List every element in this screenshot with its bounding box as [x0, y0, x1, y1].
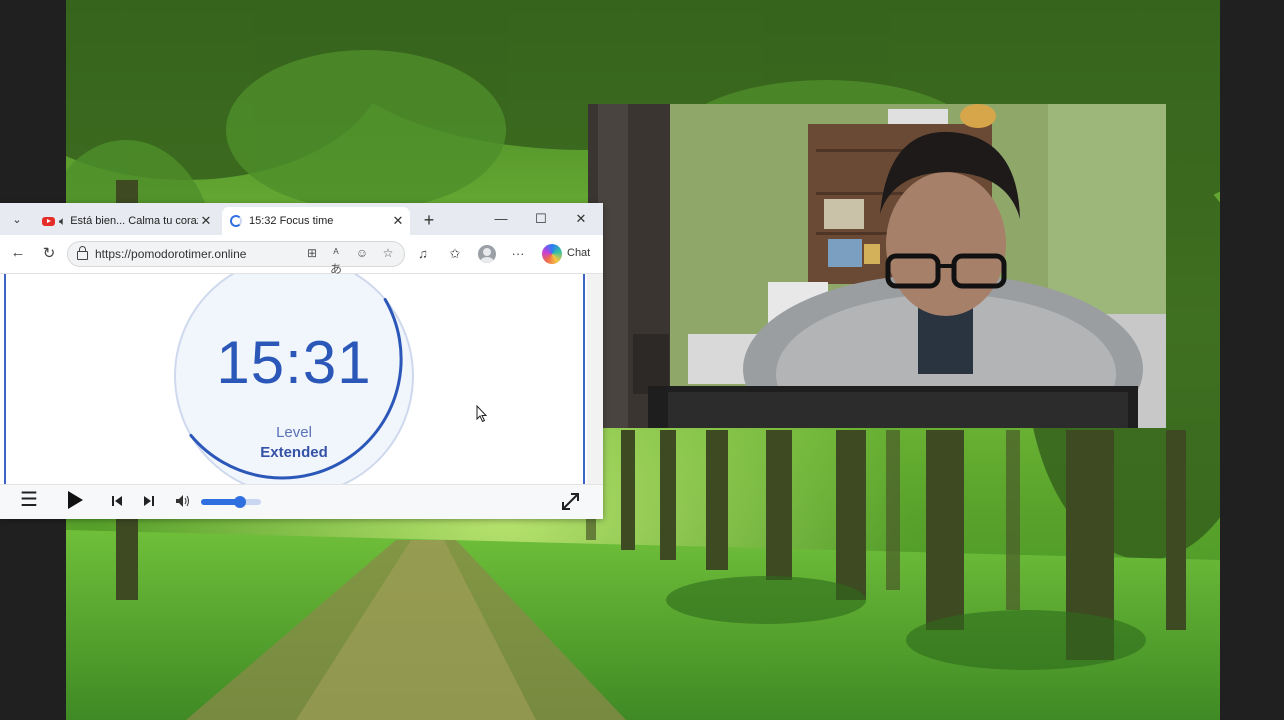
copilot-icon[interactable] [542, 244, 562, 264]
url-text[interactable]: https://pomodorotimer.online [95, 247, 246, 261]
page-border-right [583, 274, 585, 484]
favorite-star-icon[interactable]: ☆ [380, 246, 396, 260]
translate-icon[interactable]: ᴬあ [328, 246, 344, 277]
speaker-icon[interactable]: 🔈︎ [59, 214, 66, 229]
media-player-bar: ☰ [0, 484, 603, 519]
reload-icon[interactable]: ↻ [39, 244, 59, 262]
profile-icon[interactable] [478, 245, 496, 263]
page-content: 15:31 Level Extended [0, 274, 603, 484]
volume-slider-knob[interactable] [234, 496, 246, 508]
next-icon[interactable] [143, 494, 155, 512]
loading-spinner-icon [230, 215, 242, 227]
minimize-button[interactable]: — [486, 209, 516, 229]
tab-strip: ⌄ 🔈︎ Está bien... Calma tu corazón ✕ 15:… [0, 203, 603, 235]
close-icon[interactable]: ✕ [390, 213, 406, 229]
new-tab-button[interactable]: + [418, 209, 440, 231]
previous-icon[interactable] [111, 494, 123, 512]
chevron-down-icon[interactable]: ⌄ [6, 210, 28, 230]
page-border-left [4, 274, 6, 484]
mouse-cursor-icon [476, 405, 488, 423]
split-screen-icon[interactable]: ⊞ [304, 246, 320, 260]
play-icon[interactable] [66, 490, 84, 515]
right-letterbox [1220, 0, 1284, 720]
tab-title: Está bien... Calma tu corazón [70, 215, 198, 227]
more-icon[interactable]: ··· [509, 246, 527, 261]
lock-icon[interactable] [77, 246, 88, 260]
youtube-icon [42, 216, 55, 226]
address-bar[interactable]: https://pomodorotimer.online ⊞ ᴬあ ☺ ☆ [67, 241, 405, 276]
webcam-feed [588, 104, 1166, 428]
address-toolbar: ← ↻ https://pomodorotimer.online ⊞ ᴬあ ☺ … [0, 235, 603, 276]
reader-icon[interactable]: ☺ [354, 246, 370, 260]
tab-youtube[interactable]: 🔈︎ Está bien... Calma tu corazón ✕ [34, 207, 218, 235]
media-icon[interactable]: ♫ [414, 246, 432, 261]
chat-label[interactable]: Chat [567, 247, 590, 259]
maximize-button[interactable]: ☐ [526, 209, 556, 229]
back-arrow-icon[interactable]: ← [8, 244, 28, 261]
volume-icon[interactable] [175, 494, 191, 513]
close-icon[interactable]: ✕ [198, 213, 214, 229]
favorites-icon[interactable]: ✩ [446, 246, 464, 262]
level-label: Level [276, 424, 312, 441]
tab-pomodoro[interactable]: 15:32 Focus time ✕ [222, 207, 410, 235]
timer-display: 15:31 [216, 329, 372, 396]
tab-title: 15:32 Focus time [249, 215, 334, 227]
menu-icon[interactable]: ☰ [20, 490, 38, 510]
level-value: Extended [260, 444, 328, 461]
browser-window: ⌄ 🔈︎ Está bien... Calma tu corazón ✕ 15:… [0, 203, 603, 519]
close-window-button[interactable]: ✕ [566, 209, 596, 229]
fullscreen-icon[interactable] [562, 493, 579, 515]
volume-slider[interactable] [201, 496, 261, 508]
scrollbar[interactable] [587, 274, 603, 484]
